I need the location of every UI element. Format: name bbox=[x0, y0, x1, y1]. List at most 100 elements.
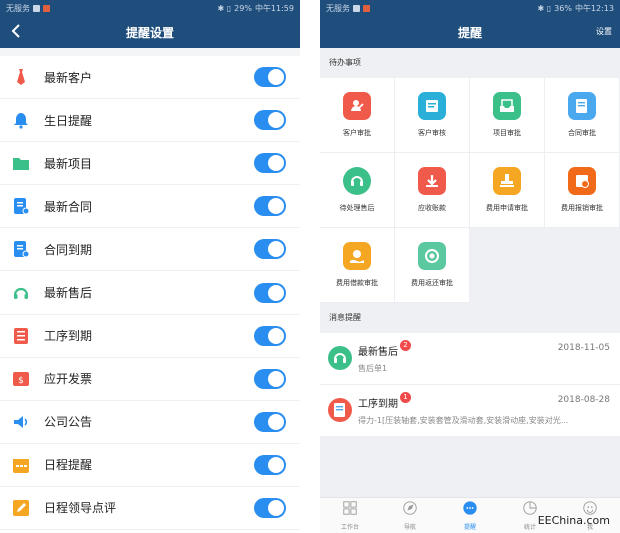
toggle-switch[interactable] bbox=[254, 454, 286, 475]
toggle-knob bbox=[268, 499, 284, 516]
message-item[interactable]: 最新售后 2 2018-11-05 售后单1 bbox=[320, 333, 620, 385]
setting-row: 合同到期 bbox=[0, 228, 300, 272]
headset-icon bbox=[12, 284, 30, 302]
folder-icon bbox=[12, 154, 30, 172]
toggle-switch[interactable] bbox=[254, 196, 286, 217]
tab-label: 工作台 bbox=[340, 524, 359, 531]
app-header: 提醒 设置 bbox=[320, 16, 620, 48]
tab-label: 统计 bbox=[523, 524, 536, 531]
page-title: 提醒设置 bbox=[125, 25, 174, 40]
clock-text: 中午12:13 bbox=[574, 3, 614, 13]
todo-item[interactable]: 待处理售后 bbox=[320, 153, 395, 228]
tie-icon bbox=[12, 68, 30, 86]
message-list: 最新售后 2 2018-11-05 售后单1 工序到期 1 2018-08-28 得力-1[压… bbox=[320, 333, 620, 437]
toggle-switch[interactable] bbox=[254, 153, 286, 174]
unread-badge: 1 bbox=[400, 392, 411, 403]
toggle-switch[interactable] bbox=[254, 497, 286, 518]
battery-text: 36% bbox=[554, 3, 572, 13]
todo-item[interactable]: 客户审批 bbox=[320, 78, 395, 153]
todo-item[interactable]: 费用报销审批 bbox=[545, 153, 620, 228]
setting-label: 公司公告 bbox=[44, 415, 93, 430]
bell-icon bbox=[12, 111, 30, 129]
toggle-switch[interactable] bbox=[254, 325, 286, 346]
tab-item[interactable]: 提醒 bbox=[440, 498, 500, 533]
setting-row: 生日提醒 bbox=[0, 99, 300, 143]
speaker-icon bbox=[12, 413, 30, 431]
todo-item-label: 费用返还审批 bbox=[411, 279, 453, 287]
refund-icon bbox=[418, 242, 446, 270]
toggle-knob bbox=[268, 241, 284, 258]
setting-label: 最新客户 bbox=[44, 70, 93, 85]
clock-text: 中午11:59 bbox=[254, 3, 294, 13]
customer-approve-icon bbox=[343, 92, 371, 120]
chat-bubble-icon bbox=[462, 500, 478, 520]
todo-item[interactable]: 费用返还审批 bbox=[395, 228, 470, 303]
notification-icon bbox=[353, 4, 360, 12]
stamp-icon bbox=[493, 167, 521, 195]
todo-item[interactable]: 合同审批 bbox=[545, 78, 620, 153]
toggle-switch[interactable] bbox=[254, 411, 286, 432]
app-notification-icon bbox=[43, 4, 50, 12]
project-inbox-icon bbox=[493, 92, 521, 120]
toggle-knob bbox=[268, 456, 284, 473]
signal-icon: ✱ ▯ bbox=[217, 3, 232, 13]
app-notification-icon bbox=[363, 4, 370, 12]
toggle-switch[interactable] bbox=[254, 110, 286, 131]
setting-label: 日程提醒 bbox=[44, 458, 93, 473]
contract-expire-icon bbox=[12, 240, 30, 258]
setting-label: 最新项目 bbox=[44, 156, 93, 171]
headset-icon bbox=[328, 346, 352, 370]
pen-icon bbox=[12, 499, 30, 517]
todo-item[interactable]: 客户审核 bbox=[395, 78, 470, 153]
setting-row: 最新客户 bbox=[0, 56, 300, 100]
todo-item[interactable]: 费用申请审批 bbox=[470, 153, 545, 228]
toggle-switch[interactable] bbox=[254, 368, 286, 389]
setting-row: $ 应开发票 bbox=[0, 358, 300, 401]
message-item[interactable]: 工序到期 1 2018-08-28 得力-1[压装轴套,安装套管及滑动套,安装滑动座,… bbox=[320, 385, 620, 437]
todo-item[interactable]: 费用借款审批 bbox=[320, 228, 395, 303]
todo-item-label: 费用借款审批 bbox=[336, 279, 378, 287]
setting-row: 最新项目 bbox=[0, 142, 300, 186]
unread-badge: 2 bbox=[400, 340, 411, 351]
receivable-icon bbox=[418, 167, 446, 195]
todo-item[interactable]: 应收账款 bbox=[395, 153, 470, 228]
message-title: 工序到期 bbox=[358, 399, 398, 410]
message-date: 2018-08-28 bbox=[557, 395, 610, 405]
toggle-knob bbox=[268, 112, 284, 129]
page-title: 提醒 bbox=[457, 25, 482, 40]
notification-icon bbox=[33, 4, 40, 12]
toggle-knob bbox=[268, 155, 284, 172]
settings-button[interactable]: 设置 bbox=[596, 26, 612, 37]
settings-list: 最新客户 生日提醒 最新项目 最新合同 合同到期 最新售后 工序到期 $ 应开发票 公司公告 日程提… bbox=[0, 56, 300, 531]
status-bar: 无服务 ✱ ▯ 29% 中午11:59 bbox=[0, 0, 300, 16]
app-header: 提醒设置 bbox=[0, 16, 300, 48]
reimburse-icon bbox=[568, 167, 596, 195]
setting-row: 工序到期 bbox=[0, 315, 300, 358]
setting-label: 生日提醒 bbox=[44, 113, 93, 128]
calendar-icon bbox=[12, 456, 30, 474]
tab-item[interactable]: 导航 bbox=[380, 498, 440, 533]
invoice-icon: $ bbox=[12, 370, 30, 388]
todo-item-label: 项目审批 bbox=[493, 129, 521, 137]
tab-label: 提醒 bbox=[463, 524, 476, 531]
setting-row: 最新合同 bbox=[0, 185, 300, 229]
toggle-switch[interactable] bbox=[254, 67, 286, 88]
todo-item[interactable]: 项目审批 bbox=[470, 78, 545, 153]
grid-filler bbox=[545, 228, 620, 303]
setting-label: 应开发票 bbox=[44, 372, 93, 387]
todo-section-title: 待办事项 bbox=[320, 48, 620, 78]
back-chevron-icon[interactable] bbox=[10, 22, 22, 44]
svg-text:$: $ bbox=[18, 376, 24, 386]
setting-row: 日程领导点评 bbox=[0, 487, 300, 531]
toggle-switch[interactable] bbox=[254, 282, 286, 303]
message-preview: 得力-1[压装轴套,安装套管及滑动套,安装滑动座,安装对光... bbox=[358, 416, 569, 425]
checklist-icon bbox=[328, 398, 352, 422]
battery-text: 29% bbox=[234, 3, 252, 13]
tab-item[interactable]: 工作台 bbox=[320, 498, 380, 533]
toggle-knob bbox=[268, 413, 284, 430]
toggle-switch[interactable] bbox=[254, 239, 286, 260]
setting-row: 公司公告 bbox=[0, 401, 300, 444]
screenshot-pair: 无服务 ✱ ▯ 29% 中午11:59 提醒设置 最新客户 生日提醒 最新项目 最新合… bbox=[0, 0, 620, 533]
grid-filler bbox=[470, 228, 545, 303]
todo-item-label: 客户审批 bbox=[343, 129, 371, 137]
